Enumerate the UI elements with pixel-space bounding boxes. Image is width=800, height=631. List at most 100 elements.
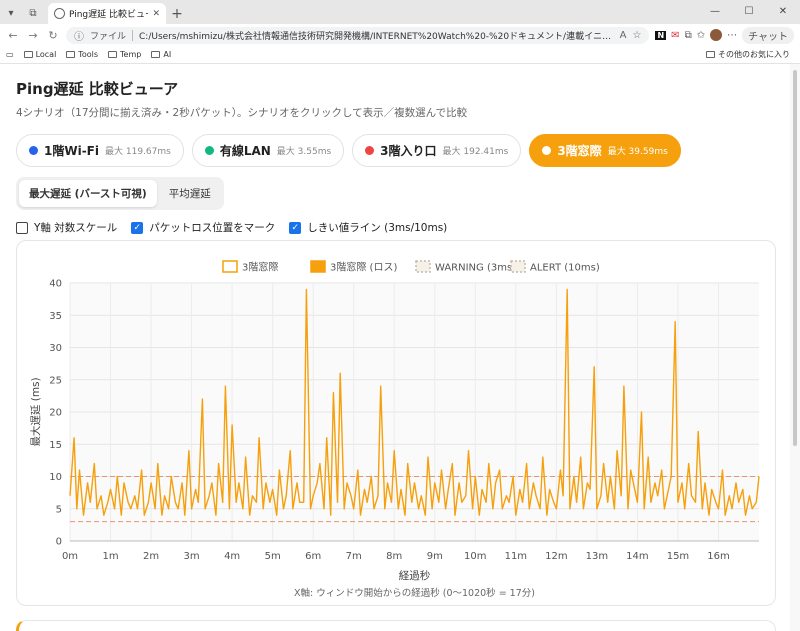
window-controls: — ☐ ✕ [698,0,800,22]
folder-icon [151,51,161,58]
more-icon[interactable]: ⋯ [727,30,737,41]
bookmark-local[interactable]: Local [23,50,56,59]
forward-icon[interactable]: → [26,29,40,42]
chart-options: Y軸 対数スケール ✓ パケットロス位置をマーク ✓ しきい値ライン (3ms/… [16,220,774,235]
url-scheme: ファイル [90,31,127,42]
y-tick-label: 10 [49,472,62,483]
tab-actions-icon[interactable]: ▾ [0,2,22,24]
scrollbar-thumb[interactable] [793,70,797,446]
scenario-chips: 1階Wi-Fi 最大 119.67ms 有線LAN 最大 3.55ms 3階入り… [16,134,774,167]
y-tick-label: 15 [49,440,62,451]
y-tick-label: 35 [49,311,62,322]
next-card [16,620,776,631]
mail-icon[interactable]: ✉ [671,30,679,41]
x-tick-label: 11m [505,551,527,562]
scenario-name: 3階窓際 [557,144,602,158]
scenario-color-dot [29,146,38,155]
threshold-checkbox[interactable]: ✓ [289,221,302,234]
scenario-chip-1f-wifi[interactable]: 1階Wi-Fi 最大 119.67ms [16,134,184,167]
log-scale-option[interactable]: Y軸 対数スケール [16,220,117,235]
extensions-icon[interactable]: ⧉ [685,30,692,41]
read-aloud-icon[interactable]: A [620,30,627,41]
bookmark-tools[interactable]: Tools [66,50,98,59]
x-tick-label: 6m [305,551,321,562]
legend-swatch [310,260,326,273]
scenario-chip-wired-lan[interactable]: 有線LAN 最大 3.55ms [191,134,345,167]
y-tick-label: 40 [49,279,62,290]
y-tick-label: 20 [49,408,62,419]
x-axis-title: 経過秒 [399,569,431,582]
close-window-icon[interactable]: ✕ [766,0,800,22]
x-tick-label: 3m [184,551,200,562]
x-axis-note: X軸: ウィンドウ開始からの経過秒 (0〜1020秒 = 17分) [294,587,535,599]
x-tick-label: 4m [224,551,240,562]
scenario-max: 最大 192.41ms [442,147,509,157]
url-field[interactable]: ⓘ ファイル C:/Users/mshimizu/株式会社情報通信技術研究開発機… [66,26,650,44]
browser-tab[interactable]: Ping遅延 比較ビューア ✕ [48,3,166,24]
y-tick-label: 25 [49,375,62,386]
favorites-icon[interactable]: ✩ [697,30,705,41]
page-subtitle: 4シナリオ（17分間に揃え済み・2秒パケット）。シナリオをクリックして表示／複数… [16,107,468,119]
legend-label: 3階窓際 (ロス) [330,261,397,274]
x-tick-label: 5m [265,551,281,562]
mark-loss-option[interactable]: ✓ パケットロス位置をマーク [131,220,275,235]
close-tab-icon[interactable]: ✕ [152,9,160,19]
copilot-chat-button[interactable]: チャット [742,26,794,44]
scenario-name: 1階Wi-Fi [44,144,99,158]
threshold-option[interactable]: ✓ しきい値ライン (3ms/10ms) [289,220,447,235]
maximize-icon[interactable]: ☐ [732,0,766,22]
metric-mode-toggle: 最大遅延 (バースト可視) 平均遅延 [16,177,224,210]
address-bar: ← → ↻ ⓘ ファイル C:/Users/mshimizu/株式会社情報通信技… [0,24,800,46]
x-tick-label: 16m [707,551,729,562]
x-tick-label: 8m [386,551,402,562]
x-tick-label: 14m [626,551,648,562]
favorite-icon[interactable]: ☆ [633,30,642,41]
x-tick-label: 0m [62,551,78,562]
y-tick-label: 0 [56,537,62,548]
mark-loss-checkbox[interactable]: ✓ [131,221,144,234]
bookmark-ai[interactable]: AI [151,50,171,59]
mode-max-latency[interactable]: 最大遅延 (バースト可視) [19,180,157,207]
y-tick-label: 5 [56,504,62,515]
x-tick-label: 15m [667,551,689,562]
y-tick-label: 30 [49,343,62,354]
tab-title: Ping遅延 比較ビューア [69,10,148,20]
workspaces-icon[interactable]: ⧉ [22,2,44,24]
x-tick-label: 12m [545,551,567,562]
new-tab-button[interactable]: + [166,3,188,24]
scenario-chip-3f-entrance[interactable]: 3階入り口 最大 192.41ms [352,134,522,167]
scenario-color-dot [204,146,214,155]
bookmarks-bar: ▭ Local Tools Temp AI その他のお気に入り [0,46,800,64]
globe-icon [54,8,65,19]
folder-icon [66,51,76,58]
chart-card: 0 5 10 15 20 25 30 35 40 0m 1m 2m 3m 4m 5m 6m 7m 8m 9m 10m 1… [16,240,776,606]
mode-avg-latency[interactable]: 平均遅延 [159,180,221,207]
collections-icon[interactable]: ▭ [6,50,14,59]
scenario-chip-3f-window[interactable]: 3階窓際 最大 39.59ms [529,134,681,167]
x-tick-label: 2m [143,551,159,562]
bookmark-temp[interactable]: Temp [108,50,141,59]
back-icon[interactable]: ← [6,29,20,42]
folder-icon [706,51,715,58]
scenario-name: 3階入り口 [380,144,437,158]
reload-icon[interactable]: ↻ [46,29,60,42]
notion-icon[interactable]: N [655,30,667,40]
scenario-name: 有線LAN [219,144,271,158]
legend-label: ALERT (10ms) [530,263,600,274]
log-scale-checkbox[interactable] [16,221,28,234]
page-title: Ping遅延 比較ビューア [16,80,179,98]
x-tick-label: 13m [586,551,608,562]
minimize-icon[interactable]: — [698,0,732,22]
scenario-color-dot [542,146,552,155]
scenario-max: 最大 39.59ms [607,147,668,157]
info-icon[interactable]: ⓘ [74,28,84,43]
tab-strip: ▾ ⧉ Ping遅延 比較ビューア ✕ + — ☐ ✕ [0,0,800,24]
avatar[interactable] [710,29,723,41]
latency-chart: 0 5 10 15 20 25 30 35 40 0m 1m 2m 3m 4m 5m 6m 7m 8m 9m 10m 1… [29,260,760,599]
page: Ping遅延 比較ビューア 4シナリオ（17分間に揃え済み・2秒パケット）。シナ… [0,64,790,631]
x-tick-label: 10m [464,551,486,562]
legend-label: 3階窓際 [242,261,278,274]
other-bookmarks[interactable]: その他のお気に入り [706,49,790,60]
scrollbar[interactable] [790,64,800,631]
x-tick-label: 1m [102,551,118,562]
